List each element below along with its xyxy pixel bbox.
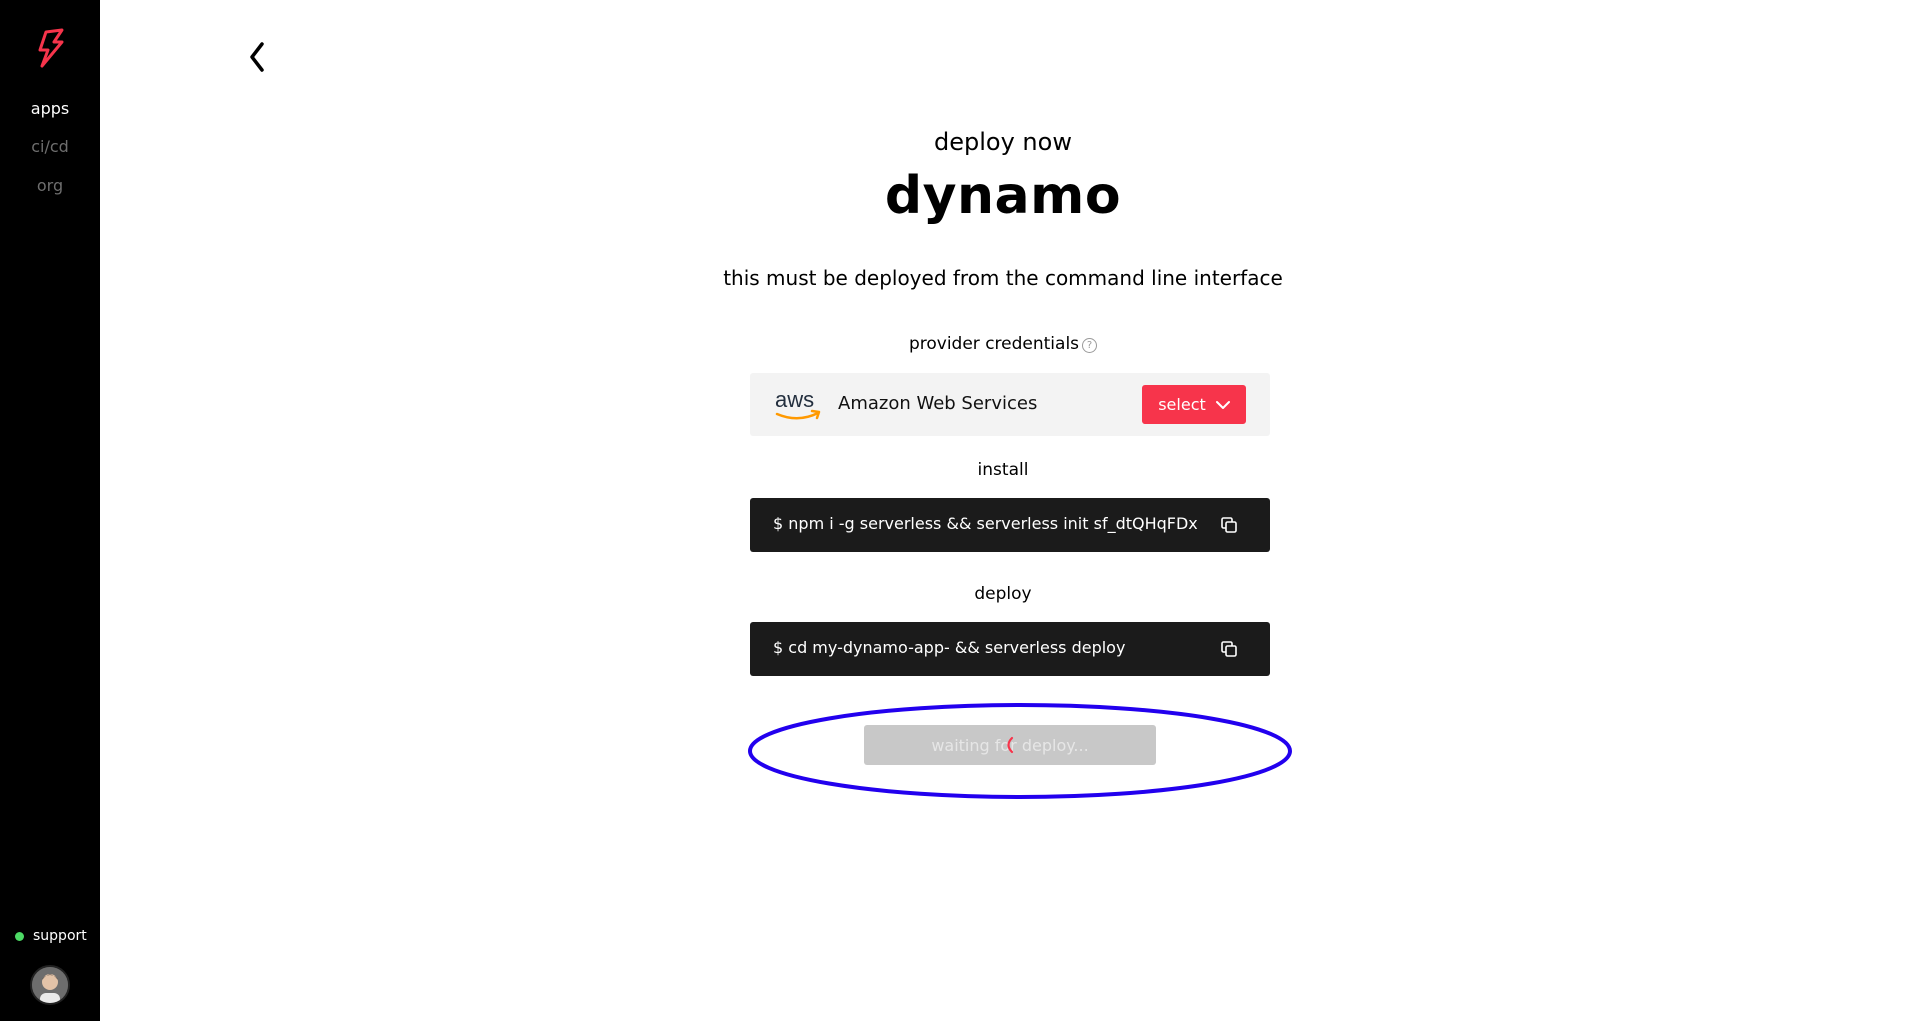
- page-title: dynamo: [884, 166, 1122, 226]
- select-provider-button[interactable]: select: [1142, 385, 1246, 424]
- help-icon[interactable]: ?: [1082, 338, 1098, 353]
- install-command-box: $ npm i -g serverless && serverless init…: [750, 498, 1270, 552]
- sidebar-item-org[interactable]: org: [0, 176, 100, 195]
- provider-card: aws Amazon Web Services select: [750, 373, 1270, 436]
- loading-spinner-icon: [1007, 736, 1014, 754]
- status-dot: [15, 931, 24, 941]
- sidebar-item-cicd[interactable]: ci/cd: [0, 137, 100, 156]
- waiting-for-deploy-button[interactable]: waiting for deploy...: [864, 725, 1156, 765]
- avatar[interactable]: [30, 965, 70, 1005]
- deploy-command-box: $ cd my-dynamo-app- && serverless deploy: [750, 622, 1270, 676]
- aws-logo-icon: aws: [775, 387, 821, 420]
- deploy-command[interactable]: $ cd my-dynamo-app- && serverless deploy: [773, 638, 1125, 657]
- sidebar: apps ci/cd org support: [0, 0, 100, 1021]
- install-heading: install: [977, 460, 1029, 480]
- page-subtitle: deploy now: [934, 128, 1072, 156]
- select-button-label: select: [1158, 395, 1206, 414]
- deploy-heading: deploy: [974, 584, 1032, 604]
- install-command[interactable]: $ npm i -g serverless && serverless init…: [773, 514, 1198, 533]
- sidebar-item-apps[interactable]: apps: [0, 99, 100, 118]
- support-link[interactable]: support: [15, 928, 87, 944]
- chevron-down-icon: [1215, 400, 1230, 409]
- provider-credentials-heading: provider credentials?: [100, 334, 1906, 354]
- provider-name: Amazon Web Services: [838, 393, 1038, 414]
- copy-icon[interactable]: [1220, 516, 1238, 534]
- provider-credentials-label: provider credentials: [908, 334, 1080, 354]
- main-content: deploy now dynamo this must be deployed …: [100, 0, 1906, 1021]
- support-label: support: [33, 928, 87, 944]
- page-description: this must be deployed from the command l…: [723, 266, 1283, 290]
- avatar-image: [32, 967, 68, 1003]
- copy-icon[interactable]: [1220, 640, 1238, 658]
- aws-logo-text: aws: [775, 387, 814, 412]
- serverless-logo-icon[interactable]: [32, 28, 68, 68]
- chevron-left-icon[interactable]: [245, 40, 269, 74]
